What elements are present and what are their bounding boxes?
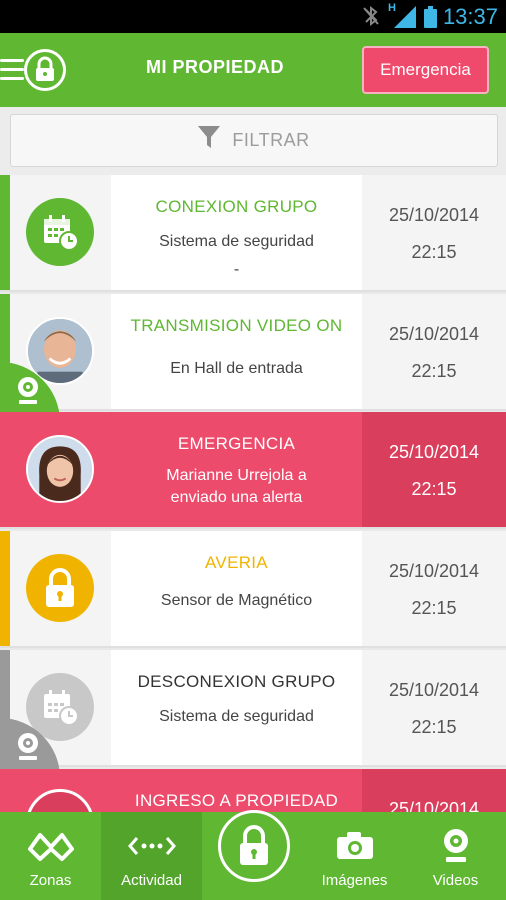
row-time: 22:15	[411, 242, 457, 262]
nav-actividad[interactable]: Actividad	[101, 812, 202, 900]
zones-icon	[0, 826, 101, 866]
nav-videos[interactable]: Videos	[405, 812, 506, 900]
padlock-icon	[26, 554, 94, 622]
signal-icon	[394, 6, 416, 33]
filter-funnel-icon	[198, 126, 221, 155]
app-header: MI PROPIEDAD Emergencia	[0, 33, 506, 107]
row-date-cell: 25/10/2014 22:15	[362, 175, 506, 290]
row-date-cell: 25/10/2014 22:15	[362, 531, 506, 646]
row-date: 25/10/2014	[388, 561, 480, 581]
row-desc: Sensor de Magnético	[160, 592, 313, 609]
filter-label: FILTRAR	[232, 130, 310, 150]
row-desc-line: enviado una alerta	[170, 489, 303, 506]
row-title: AVERIA	[205, 553, 268, 572]
row-title: CONEXION GRUPO	[155, 197, 318, 216]
row-icon-cell	[10, 531, 111, 646]
row-content: CONEXION GRUPO Sistema de seguridad -	[111, 175, 362, 290]
padlock-icon	[240, 825, 268, 865]
status-bar: H 13:37	[0, 0, 506, 33]
row-accent	[0, 175, 10, 290]
row-desc: Sistema de seguridad -	[111, 231, 362, 281]
row-icon-cell	[10, 769, 111, 812]
row-date-cell: 25/10/2014 22:15	[362, 294, 506, 409]
row-title: EMERGENCIA	[177, 434, 296, 453]
activity-row[interactable]: EMERGENCIA Marianne Urrejola a enviado u…	[0, 412, 506, 529]
activity-row[interactable]: TRANSMISION VIDEO ON En Hall de entrada …	[0, 294, 506, 422]
row-date: 25/10/2014	[388, 799, 480, 812]
webcam-icon	[18, 733, 38, 760]
row-desc: Sistema de seguridad	[159, 708, 314, 725]
nav-label: Imágenes	[321, 872, 388, 889]
row-content: EMERGENCIA Marianne Urrejola a enviado u…	[111, 412, 362, 527]
row-desc: En Hall de entrada	[170, 360, 303, 377]
row-desc-line: Marianne Urrejola a	[166, 467, 307, 484]
row-icon-cell	[10, 175, 111, 290]
camera-icon	[304, 826, 405, 866]
row-title: TRANSMISION VIDEO ON	[130, 316, 343, 335]
filter-button[interactable]: FILTRAR	[10, 114, 498, 167]
row-accent	[0, 531, 10, 646]
row-content: TRANSMISION VIDEO ON En Hall de entrada	[111, 294, 362, 409]
row-time: 22:15	[411, 361, 457, 381]
bottom-navigation: Zonas Actividad Imágenes Videos	[0, 810, 506, 900]
bluetooth-off-icon	[362, 5, 380, 31]
clock: 13:37	[442, 4, 498, 29]
row-accent	[0, 412, 10, 527]
row-desc: Marianne Urrejola a enviado una alerta	[111, 465, 362, 509]
row-content: INGRESO A PROPIEDAD	[111, 769, 362, 812]
activity-row[interactable]: INGRESO A PROPIEDAD 25/10/2014	[0, 769, 506, 812]
row-desc-line: Sistema de seguridad	[159, 233, 314, 250]
woman-avatar	[26, 435, 94, 503]
nav-label: Zonas	[29, 872, 72, 889]
row-time: 22:15	[411, 598, 457, 618]
row-title: INGRESO A PROPIEDAD	[134, 791, 339, 810]
row-date: 25/10/2014	[388, 442, 480, 462]
activity-list: CONEXION GRUPO Sistema de seguridad - 25…	[0, 175, 506, 812]
nav-label: Videos	[432, 872, 479, 889]
filter-area: FILTRAR	[0, 107, 506, 175]
row-time: 22:15	[411, 717, 457, 737]
activity-row[interactable]: AVERIA Sensor de Magnético 25/10/2014 22…	[0, 531, 506, 648]
row-time: 22:15	[411, 479, 457, 499]
person-icon	[26, 789, 94, 812]
row-desc-extra: -	[233, 261, 240, 278]
nav-zonas[interactable]: Zonas	[0, 812, 101, 900]
activity-arrows-icon	[101, 826, 202, 866]
row-date-cell: 25/10/2014	[362, 769, 506, 812]
webcam-icon	[405, 826, 506, 866]
nav-imagenes[interactable]: Imágenes	[304, 812, 405, 900]
row-content: AVERIA Sensor de Magnético	[111, 531, 362, 646]
emergency-button[interactable]: Emergencia	[362, 46, 489, 94]
activity-row[interactable]: CONEXION GRUPO Sistema de seguridad - 25…	[0, 175, 506, 292]
row-date-cell: 25/10/2014 22:15	[362, 650, 506, 765]
row-accent	[0, 769, 10, 812]
row-date: 25/10/2014	[388, 324, 480, 344]
row-content: DESCONEXION GRUPO Sistema de seguridad	[111, 650, 362, 765]
row-date-cell: 25/10/2014 22:15	[362, 412, 506, 527]
battery-icon	[424, 6, 437, 33]
center-lock-button[interactable]	[218, 810, 290, 882]
nav-label: Actividad	[121, 872, 182, 889]
webcam-icon	[18, 377, 38, 404]
row-date: 25/10/2014	[388, 205, 480, 225]
row-title: DESCONEXION GRUPO	[137, 672, 336, 691]
calendar-clock-icon	[26, 198, 94, 266]
row-icon-cell	[10, 412, 111, 527]
row-date: 25/10/2014	[388, 680, 480, 700]
activity-row[interactable]: DESCONEXION GRUPO Sistema de seguridad 2…	[0, 650, 506, 778]
